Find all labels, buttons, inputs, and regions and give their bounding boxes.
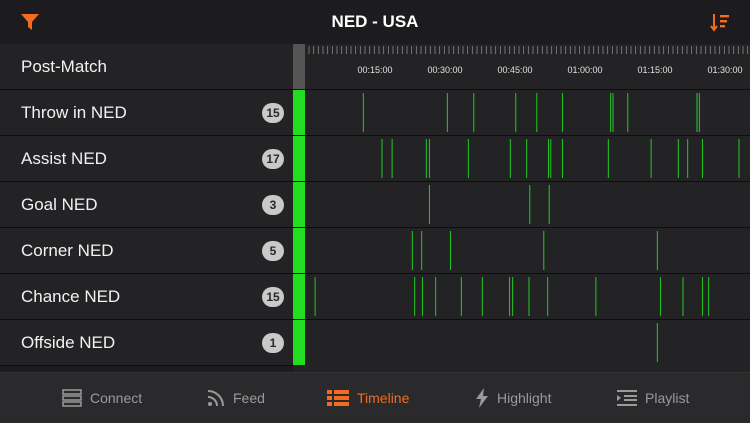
sort-icon[interactable] — [710, 12, 730, 32]
row-corner[interactable]: Corner NED 5 — [0, 228, 293, 274]
row-indicator — [293, 182, 305, 227]
tab-label: Connect — [90, 390, 143, 406]
playlist-icon — [617, 390, 637, 406]
time-tick-label: 01:15:00 — [637, 65, 672, 75]
tab-connect[interactable]: Connect — [62, 373, 142, 423]
row-label: Throw in NED — [21, 103, 127, 122]
time-tick-label: 00:15:00 — [357, 65, 392, 75]
count-badge: 5 — [262, 241, 284, 261]
tab-playlist[interactable]: Playlist — [617, 373, 689, 423]
server-icon — [62, 389, 82, 407]
row-indicator — [293, 274, 305, 319]
match-title: NED - USA — [331, 12, 419, 31]
tab-timeline[interactable]: Timeline — [327, 373, 409, 423]
list-icon — [327, 390, 349, 406]
row-indicator — [293, 228, 305, 273]
row-offside[interactable]: Offside NED 1 — [0, 320, 293, 366]
row-assist[interactable]: Assist NED 17 — [0, 136, 293, 182]
tab-label: Feed — [233, 390, 265, 406]
time-tick-label: 00:45:00 — [497, 65, 532, 75]
top-bar: NED - USA — [0, 0, 750, 44]
tab-label: Highlight — [497, 390, 552, 406]
row-indicator — [293, 136, 305, 181]
tab-highlight[interactable]: Highlight — [475, 373, 551, 423]
row-label: Offside NED — [21, 333, 116, 352]
row-indicator — [293, 90, 305, 135]
count-badge: 17 — [262, 149, 284, 169]
row-label: Goal NED — [21, 195, 98, 214]
count-badge: 3 — [262, 195, 284, 215]
time-tick-label: 01:00:00 — [567, 65, 602, 75]
time-tick-label: 01:30:00 — [707, 65, 742, 75]
bolt-icon — [476, 388, 488, 408]
tab-label: Timeline — [357, 390, 410, 406]
count-badge: 15 — [262, 287, 284, 307]
tab-label: Playlist — [645, 390, 690, 406]
row-goal[interactable]: Goal NED 3 — [0, 182, 293, 228]
row-label: Chance NED — [21, 287, 121, 306]
rss-icon — [207, 390, 224, 407]
row-label: Corner NED — [21, 241, 114, 260]
bottom-tab-bar: Connect Feed Timeline Highlight Playlist — [0, 372, 750, 423]
timeline-grid[interactable]: 00:15:00 00:30:00 00:45:00 01:00:00 01:15:00… — [293, 44, 750, 372]
row-chance[interactable]: Chance NED 15 — [0, 274, 293, 320]
row-indicator — [293, 320, 305, 365]
post-match-label: Post-Match — [21, 57, 107, 76]
tab-feed[interactable]: Feed — [207, 373, 265, 423]
post-match-indicator — [293, 44, 305, 89]
time-tick-label: 00:30:00 — [427, 65, 462, 75]
count-badge: 1 — [262, 333, 284, 353]
row-label: Assist NED — [21, 149, 107, 168]
row-labels: Post-Match Throw in NED 15 Assist NED 17… — [0, 44, 293, 366]
row-throw-in[interactable]: Throw in NED 15 — [0, 90, 293, 136]
count-badge: 15 — [262, 103, 284, 123]
post-match-row[interactable]: Post-Match — [0, 44, 293, 90]
